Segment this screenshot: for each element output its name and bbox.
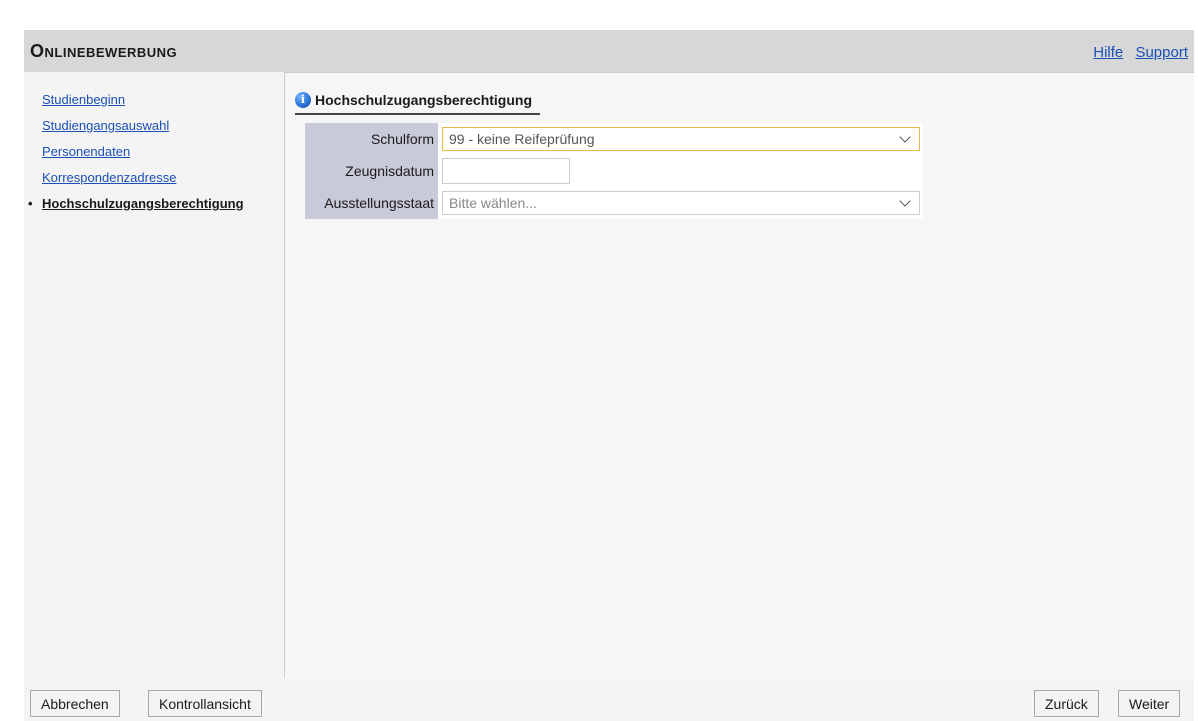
form-row-schulform: Schulform 99 - keine Reifeprüfung xyxy=(305,123,923,155)
schulform-value: 99 - keine Reifeprüfung xyxy=(449,131,595,147)
section-tab: i Hochschulzugangsberechtigung xyxy=(295,87,541,115)
sidebar-link-personendaten[interactable]: Personendaten xyxy=(42,144,130,159)
schulform-select[interactable]: 99 - keine Reifeprüfung xyxy=(442,127,920,151)
back-button[interactable]: Zurück xyxy=(1034,690,1099,717)
form-table: Schulform 99 - keine Reifeprüfung Zeugni… xyxy=(305,123,923,219)
application-window: Onlinebewerbung Hilfe Support Studienbeg… xyxy=(24,30,1194,721)
header-links: Hilfe Support xyxy=(1085,44,1188,61)
sidebar-item-studienbeginn: Studienbeginn xyxy=(42,87,244,113)
chevron-down-icon xyxy=(899,131,911,143)
next-button[interactable]: Weiter xyxy=(1118,690,1181,717)
zeugnisdatum-label: Zeugnisdatum xyxy=(305,155,438,187)
schulform-label: Schulform xyxy=(305,123,438,155)
header-bar: Onlinebewerbung Hilfe Support xyxy=(24,30,1194,72)
form-row-zeugnisdatum: Zeugnisdatum xyxy=(305,155,923,187)
zeugnisdatum-field xyxy=(438,155,570,187)
cancel-button[interactable]: Abbrechen xyxy=(30,690,120,717)
active-bullet: • xyxy=(28,196,33,211)
app-title: Onlinebewerbung xyxy=(30,41,178,61)
sidebar-link-hochschulzugangsberechtigung[interactable]: Hochschulzugangsberechtigung xyxy=(42,196,244,211)
support-link[interactable]: Support xyxy=(1135,44,1188,61)
sidebar-item-hochschulzugangsberechtigung: • Hochschulzugangsberechtigung xyxy=(28,191,244,217)
ausstellungsstaat-select[interactable]: Bitte wählen... xyxy=(442,191,920,215)
sidebar-link-korrespondenzadresse[interactable]: Korrespondenzadresse xyxy=(42,170,176,185)
schulform-field: 99 - keine Reifeprüfung xyxy=(438,123,920,155)
sidebar-item-korrespondenzadresse: Korrespondenzadresse xyxy=(42,165,244,191)
sidebar-link-studiengangsauswahl[interactable]: Studiengangsauswahl xyxy=(42,118,169,133)
ausstellungsstaat-field: Bitte wählen... xyxy=(438,187,920,219)
main-content: i Hochschulzugangsberechtigung Schulform… xyxy=(284,72,1194,678)
sidebar-item-personendaten: Personendaten xyxy=(42,139,244,165)
form-row-ausstellungsstaat: Ausstellungsstaat Bitte wählen... xyxy=(305,187,923,219)
review-button[interactable]: Kontrollansicht xyxy=(148,690,262,717)
ausstellungsstaat-placeholder: Bitte wählen... xyxy=(449,195,537,211)
help-link[interactable]: Hilfe xyxy=(1093,44,1123,61)
zeugnisdatum-input[interactable] xyxy=(442,158,570,184)
section-title: Hochschulzugangsberechtigung xyxy=(315,92,533,108)
nav-list: Studienbeginn Studiengangsauswahl Person… xyxy=(28,87,244,217)
sidebar-nav: Studienbeginn Studiengangsauswahl Person… xyxy=(24,72,284,678)
info-icon: i xyxy=(295,92,311,108)
sidebar-link-studienbeginn[interactable]: Studienbeginn xyxy=(42,92,125,107)
sidebar-item-studiengangsauswahl: Studiengangsauswahl xyxy=(42,113,244,139)
chevron-down-icon xyxy=(899,195,911,207)
ausstellungsstaat-label: Ausstellungsstaat xyxy=(305,187,438,219)
